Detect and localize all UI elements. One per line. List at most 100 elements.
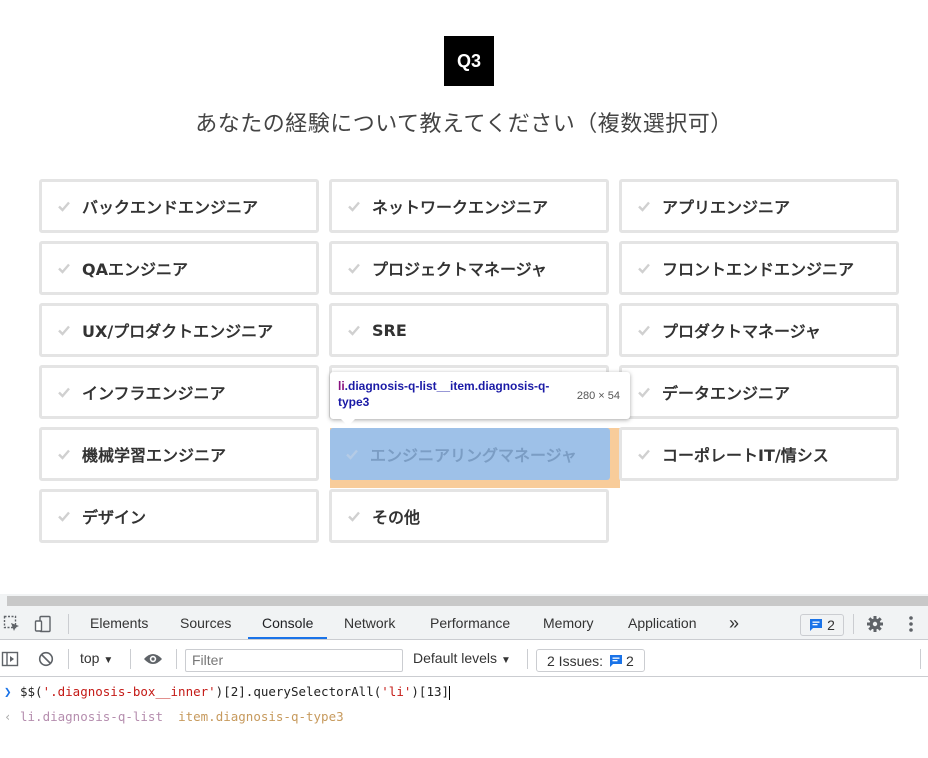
option-qa-engineer[interactable]: QAエンジニア [39,241,319,295]
context-label: top [80,650,100,666]
check-icon [636,198,652,214]
eye-icon[interactable] [142,649,164,669]
code-string: 'li' [381,684,412,699]
option-ml-engineer[interactable]: 機械学習エンジニア [39,427,319,481]
check-icon [56,384,72,400]
tab-console[interactable]: Console [248,608,328,639]
option-design[interactable]: デザイン [39,489,319,543]
gear-icon[interactable] [865,614,885,634]
tab-elements[interactable]: Elements [90,608,148,639]
code-token: $$( [20,684,43,699]
option-backend-engineer[interactable]: バックエンドエンジニア [39,179,319,233]
inspect-element-icon[interactable] [2,614,22,634]
text-caret [449,685,451,700]
option-product-manager[interactable]: プロダクトマネージャ [619,303,899,357]
option-app-engineer[interactable]: アプリエンジニア [619,179,899,233]
check-icon [56,446,72,462]
option-corporate-it[interactable]: コーポレートIT/情シス [619,427,899,481]
issues-button[interactable]: 2 Issues: 2 [536,649,645,672]
check-icon [636,384,652,400]
option-label: デザイン [82,508,147,527]
option-data-engineer[interactable]: データエンジニア [619,365,899,419]
inspect-classes: .diagnosis-q-list__item.diagnosis-q-type… [338,379,550,409]
option-label: フロントエンドエンジニア [662,260,855,279]
option-label: アプリエンジニア [662,198,791,217]
console-output[interactable]: li.diagnosis-q-list item.diagnosis-q-typ… [20,709,344,724]
issues-count: 2 [626,652,634,669]
option-label: エンジニアリングマネージャ [370,446,577,465]
tab-network[interactable]: Network [344,608,395,639]
code-token: )[ [215,684,231,699]
option-label: SRE [372,320,407,340]
option-engineering-manager[interactable]: エンジニアリングマネージャ [330,428,610,480]
toolbar-separator [68,649,69,669]
option-label: プロダクトマネージャ [662,322,821,341]
tab-memory[interactable]: Memory [543,608,594,639]
check-icon [636,260,652,276]
issues-label: 2 Issues: [547,652,604,669]
option-label: データエンジニア [662,384,791,403]
output-classes: item.diagnosis-q-type3 [178,709,344,724]
option-infra-engineer[interactable]: インフラエンジニア [39,365,319,419]
tab-separator [853,614,854,634]
context-selector[interactable]: top ▼ [80,650,113,666]
console-output-line: ‹ li.diagnosis-q-list item.diagnosis-q-t… [0,709,928,727]
messages-button[interactable]: 2 [800,614,844,636]
sidebar-toggle-icon[interactable] [0,649,20,669]
check-icon [346,322,362,338]
option-label: インフラエンジニア [82,384,226,403]
check-icon [346,508,362,524]
option-label: ネットワークエンジニア [372,198,549,217]
log-levels-label: Default levels [413,650,498,666]
option-other[interactable]: その他 [329,489,609,543]
code-token: ] [441,684,450,699]
inspect-tooltip-arrow [340,418,356,426]
message-count: 2 [827,617,835,633]
question-number-badge: Q3 [444,36,494,86]
more-vertical-icon[interactable] [901,614,921,634]
devtools-resize-handle[interactable] [0,594,928,608]
option-ux-product-engineer[interactable]: UX/プロダクトエンジニア [39,303,319,357]
inspect-selector: li.diagnosis-q-list__item.diagnosis-q-ty… [338,378,566,410]
devtools-panel: Elements Sources Console Network Perform… [0,594,928,758]
prompt-chevron-icon: ❯ [4,684,12,699]
check-icon [346,198,362,214]
dropdown-arrow-icon: ▼ [103,655,114,666]
toolbar-separator [130,649,131,669]
horizontal-scrollbar[interactable] [7,596,928,606]
option-label: バックエンドエンジニア [82,198,259,217]
option-network-engineer[interactable]: ネットワークエンジニア [329,179,609,233]
console-input-code[interactable]: $$('.diagnosis-box__inner')[2].querySele… [20,684,451,700]
check-icon [56,322,72,338]
inspect-tooltip: li.diagnosis-q-list__item.diagnosis-q-ty… [330,372,630,419]
check-icon [344,446,360,462]
tab-sources[interactable]: Sources [180,608,231,639]
option-label: 機械学習エンジニア [82,446,227,465]
output-tag: li.diagnosis-q-list [20,709,163,724]
tab-performance[interactable]: Performance [430,608,510,639]
toolbar-separator [920,649,921,669]
tab-application[interactable]: Application [628,608,697,639]
console-input-line[interactable]: ❯ $$('.diagnosis-box__inner')[2].querySe… [0,684,928,702]
option-label: コーポレートIT/情シス [662,446,829,465]
log-levels-dropdown[interactable]: Default levels ▼ [413,650,511,666]
inspect-dimensions: 280 × 54 [576,390,620,402]
message-icon [610,654,623,667]
check-icon [636,446,652,462]
clear-console-icon[interactable] [36,649,56,669]
option-label: プロジェクトマネージャ [372,260,547,279]
check-icon [56,260,72,276]
more-tabs-icon[interactable]: » [729,608,739,639]
option-project-manager[interactable]: プロジェクトマネージャ [329,241,609,295]
option-label: UX/プロダクトエンジニア [82,322,274,341]
option-frontend-engineer[interactable]: フロントエンドエンジニア [619,241,899,295]
check-icon [346,260,362,276]
console-filter-input[interactable]: Filter [185,649,403,672]
option-sre[interactable]: SRE [329,303,609,357]
code-token: ].querySelectorAll( [238,684,382,699]
device-toolbar-icon[interactable] [33,614,53,634]
check-icon [56,198,72,214]
inspect-tag: li [338,379,345,393]
check-icon [56,508,72,524]
devtools-tab-bar: Elements Sources Console Network Perform… [0,608,928,640]
